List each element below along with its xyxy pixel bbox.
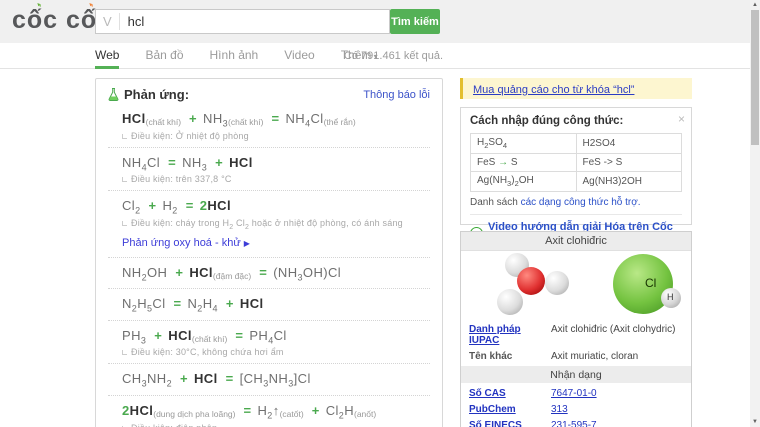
header: cốc cốc ‶ ‶ V Tìm kiếm — [0, 0, 760, 43]
scrollbar[interactable]: ▲ ▼ — [750, 0, 760, 427]
reaction-condition: Điều kiện: cháy trong H2 Cl2 hoặc ở nhiệ… — [122, 218, 430, 231]
chlorine-label: Cl — [645, 276, 656, 290]
hcl-molecule-image: Cl H — [613, 254, 703, 320]
property-row: Số CAS7647-01-0 — [461, 385, 691, 401]
reaction-row: NH4Cl=NH3+HClĐiều kiện: trên 337,8 °C — [108, 148, 430, 192]
reaction-row: HCl(chất khí)+NH3(chất khí)=NH4Cl(thể rắ… — [108, 104, 430, 148]
reaction-condition: Điều kiện: trên 337,8 °C — [122, 174, 430, 184]
hydrogen-atom-icon — [545, 271, 569, 295]
reaction-row: CH3NH2+HCl=[CH3NH3]Cl — [108, 364, 430, 396]
scrollbar-thumb[interactable] — [751, 10, 759, 145]
reactions-panel-header: Phản ứng: Thông báo lỗi — [108, 87, 430, 102]
reaction-condition: Điều kiện: điện phân — [122, 423, 430, 427]
tab-video[interactable]: Video — [284, 43, 314, 69]
property-row: Danh pháp IUPACAxit clohiđric (Axit cloh… — [461, 321, 691, 348]
molecule-images: Cl H — [461, 251, 691, 321]
formula-help-title: Cách nhập đúng công thức: — [470, 115, 682, 127]
formula-list-link[interactable]: các dạng công thức hỗ trợ. — [521, 197, 641, 208]
property-value: Axit clohiđric (Axit clohydric) — [551, 324, 675, 335]
reaction-row: PH3+HCl(chất khí)=PH4ClĐiều kiện: 30°C, … — [108, 321, 430, 365]
reaction-formula: CH3NH2+HCl=[CH3NH3]Cl — [122, 371, 430, 389]
tab-bản-đồ[interactable]: Bản đồ — [145, 43, 183, 69]
formula-example-row: H2SO4H2SO4 — [471, 134, 682, 154]
property-row: PubChem313 — [461, 401, 691, 417]
formula-rendered: FeS → S — [471, 154, 577, 172]
property-value[interactable]: 231-595-7 — [551, 420, 597, 427]
reaction-formula: N2H5Cl=N2H4+HCl — [122, 296, 430, 314]
property-label[interactable]: Số CAS — [469, 388, 551, 399]
reaction-row: NH2OH+HCl(đậm đặc)=(NH3OH)Cl — [108, 258, 430, 290]
search-box: V — [95, 9, 390, 34]
search-button[interactable]: Tìm kiếm — [390, 9, 440, 34]
reactions-title: Phản ứng: — [108, 87, 189, 102]
reaction-row: 2HCl(dung dịch pha loãng)=H2↑(catốt)+Cl2… — [108, 396, 430, 427]
formula-rendered: Ag(NH3)2OH — [471, 172, 577, 192]
tab-bar: Có 791.461 kết quả. WebBản đồHình ảnhVid… — [0, 43, 760, 69]
buy-ads-link[interactable]: Mua quảng cáo cho từ khóa “hcl” — [473, 84, 634, 96]
oxygen-atom-icon — [517, 267, 545, 295]
reaction-list: HCl(chất khí)+NH3(chất khí)=NH4Cl(thể rắ… — [108, 104, 430, 427]
formula-typed: H2SO4 — [576, 134, 682, 154]
reactions-panel: Phản ứng: Thông báo lỗi HCl(chất khí)+NH… — [95, 78, 443, 427]
hydrogen-atom-icon — [497, 289, 523, 315]
tabs: Web Bản đồ Hình ảnh Video Thêm ▾ — [95, 43, 443, 69]
redox-reaction-link[interactable]: Phản ứng oxy hoá - khử ▶ — [122, 237, 250, 249]
reaction-formula: NH2OH+HCl(đậm đặc)=(NH3OH)Cl — [122, 265, 430, 283]
compound-title: Axit clohiđric — [461, 232, 691, 251]
property-label[interactable]: Danh pháp IUPAC — [469, 324, 551, 346]
formula-example-row: FeS → SFeS -> S — [471, 154, 682, 172]
compound-properties: Danh pháp IUPACAxit clohiđric (Axit cloh… — [461, 321, 691, 427]
formula-list-line: Danh sách các dạng công thức hỗ trợ. — [470, 197, 682, 215]
property-label[interactable]: PubChem — [469, 404, 551, 415]
hydronium-molecule-image — [489, 253, 579, 319]
reaction-row: Cl2+H2=2HCl Điều kiện: cháy trong H2 Cl2 … — [108, 191, 430, 257]
formula-typed: FeS -> S — [576, 154, 682, 172]
reaction-condition: Điều kiện: 30°C, không chứa hơi ẩm — [122, 347, 430, 357]
formula-typed: Ag(NH3)2OH — [576, 172, 682, 192]
hydrogen-atom-icon: H — [661, 288, 681, 308]
input-method-icon[interactable]: V — [96, 13, 120, 30]
close-icon[interactable]: × — [678, 112, 685, 126]
reaction-row: N2H5Cl=N2H4+HCl — [108, 289, 430, 321]
formula-example-row: Ag(NH3)2OHAg(NH3)2OH — [471, 172, 682, 192]
compound-card: Axit clohiđric Cl H Danh pháp IUPACAxit … — [460, 231, 692, 427]
report-error-link[interactable]: Thông báo lỗi — [363, 89, 430, 101]
property-label[interactable]: Số EINECS — [469, 420, 551, 427]
formula-help-box: × Cách nhập đúng công thức: H2SO4H2SO4Fe… — [460, 107, 692, 225]
reaction-formula: Cl2+H2=2HCl — [122, 198, 430, 216]
scroll-up-icon[interactable]: ▲ — [750, 0, 760, 10]
flask-icon — [108, 88, 119, 101]
reaction-formula: NH4Cl=NH3+HCl — [122, 155, 430, 173]
section-header: Nhận dạng — [461, 366, 691, 383]
reaction-formula: HCl(chất khí)+NH3(chất khí)=NH4Cl(thể rắ… — [122, 111, 430, 129]
reaction-formula: PH3+HCl(chất khí)=PH4Cl — [122, 328, 430, 346]
reaction-condition: Điều kiện: Ở nhiệt độ phòng — [122, 131, 430, 141]
search-input[interactable] — [120, 14, 389, 29]
formula-rendered: H2SO4 — [471, 134, 577, 154]
property-row: Số EINECS231-595-7 — [461, 417, 691, 427]
property-value[interactable]: 7647-01-0 — [551, 388, 597, 399]
property-value: Axit muriatic, cloran — [551, 351, 638, 362]
property-label: Tên khác — [469, 351, 551, 362]
tab-hình-ảnh[interactable]: Hình ảnh — [210, 43, 259, 69]
property-value[interactable]: 313 — [551, 404, 568, 415]
scroll-down-icon[interactable]: ▼ — [750, 417, 760, 427]
property-row: Tên khácAxit muriatic, cloran — [461, 348, 691, 364]
reaction-formula: 2HCl(dung dịch pha loãng)=H2↑(catốt)+Cl2… — [122, 403, 430, 421]
tab-thêm[interactable]: Thêm ▾ — [341, 43, 378, 69]
hydrogen-label: H — [667, 292, 674, 302]
ad-banner: Mua quảng cáo cho từ khóa “hcl” — [460, 78, 692, 99]
tab-web[interactable]: Web — [95, 43, 119, 69]
formula-help-table: H2SO4H2SO4FeS → SFeS -> SAg(NH3)2OHAg(NH… — [470, 133, 682, 192]
formula-help-rows: H2SO4H2SO4FeS → SFeS -> SAg(NH3)2OHAg(NH… — [471, 134, 682, 192]
